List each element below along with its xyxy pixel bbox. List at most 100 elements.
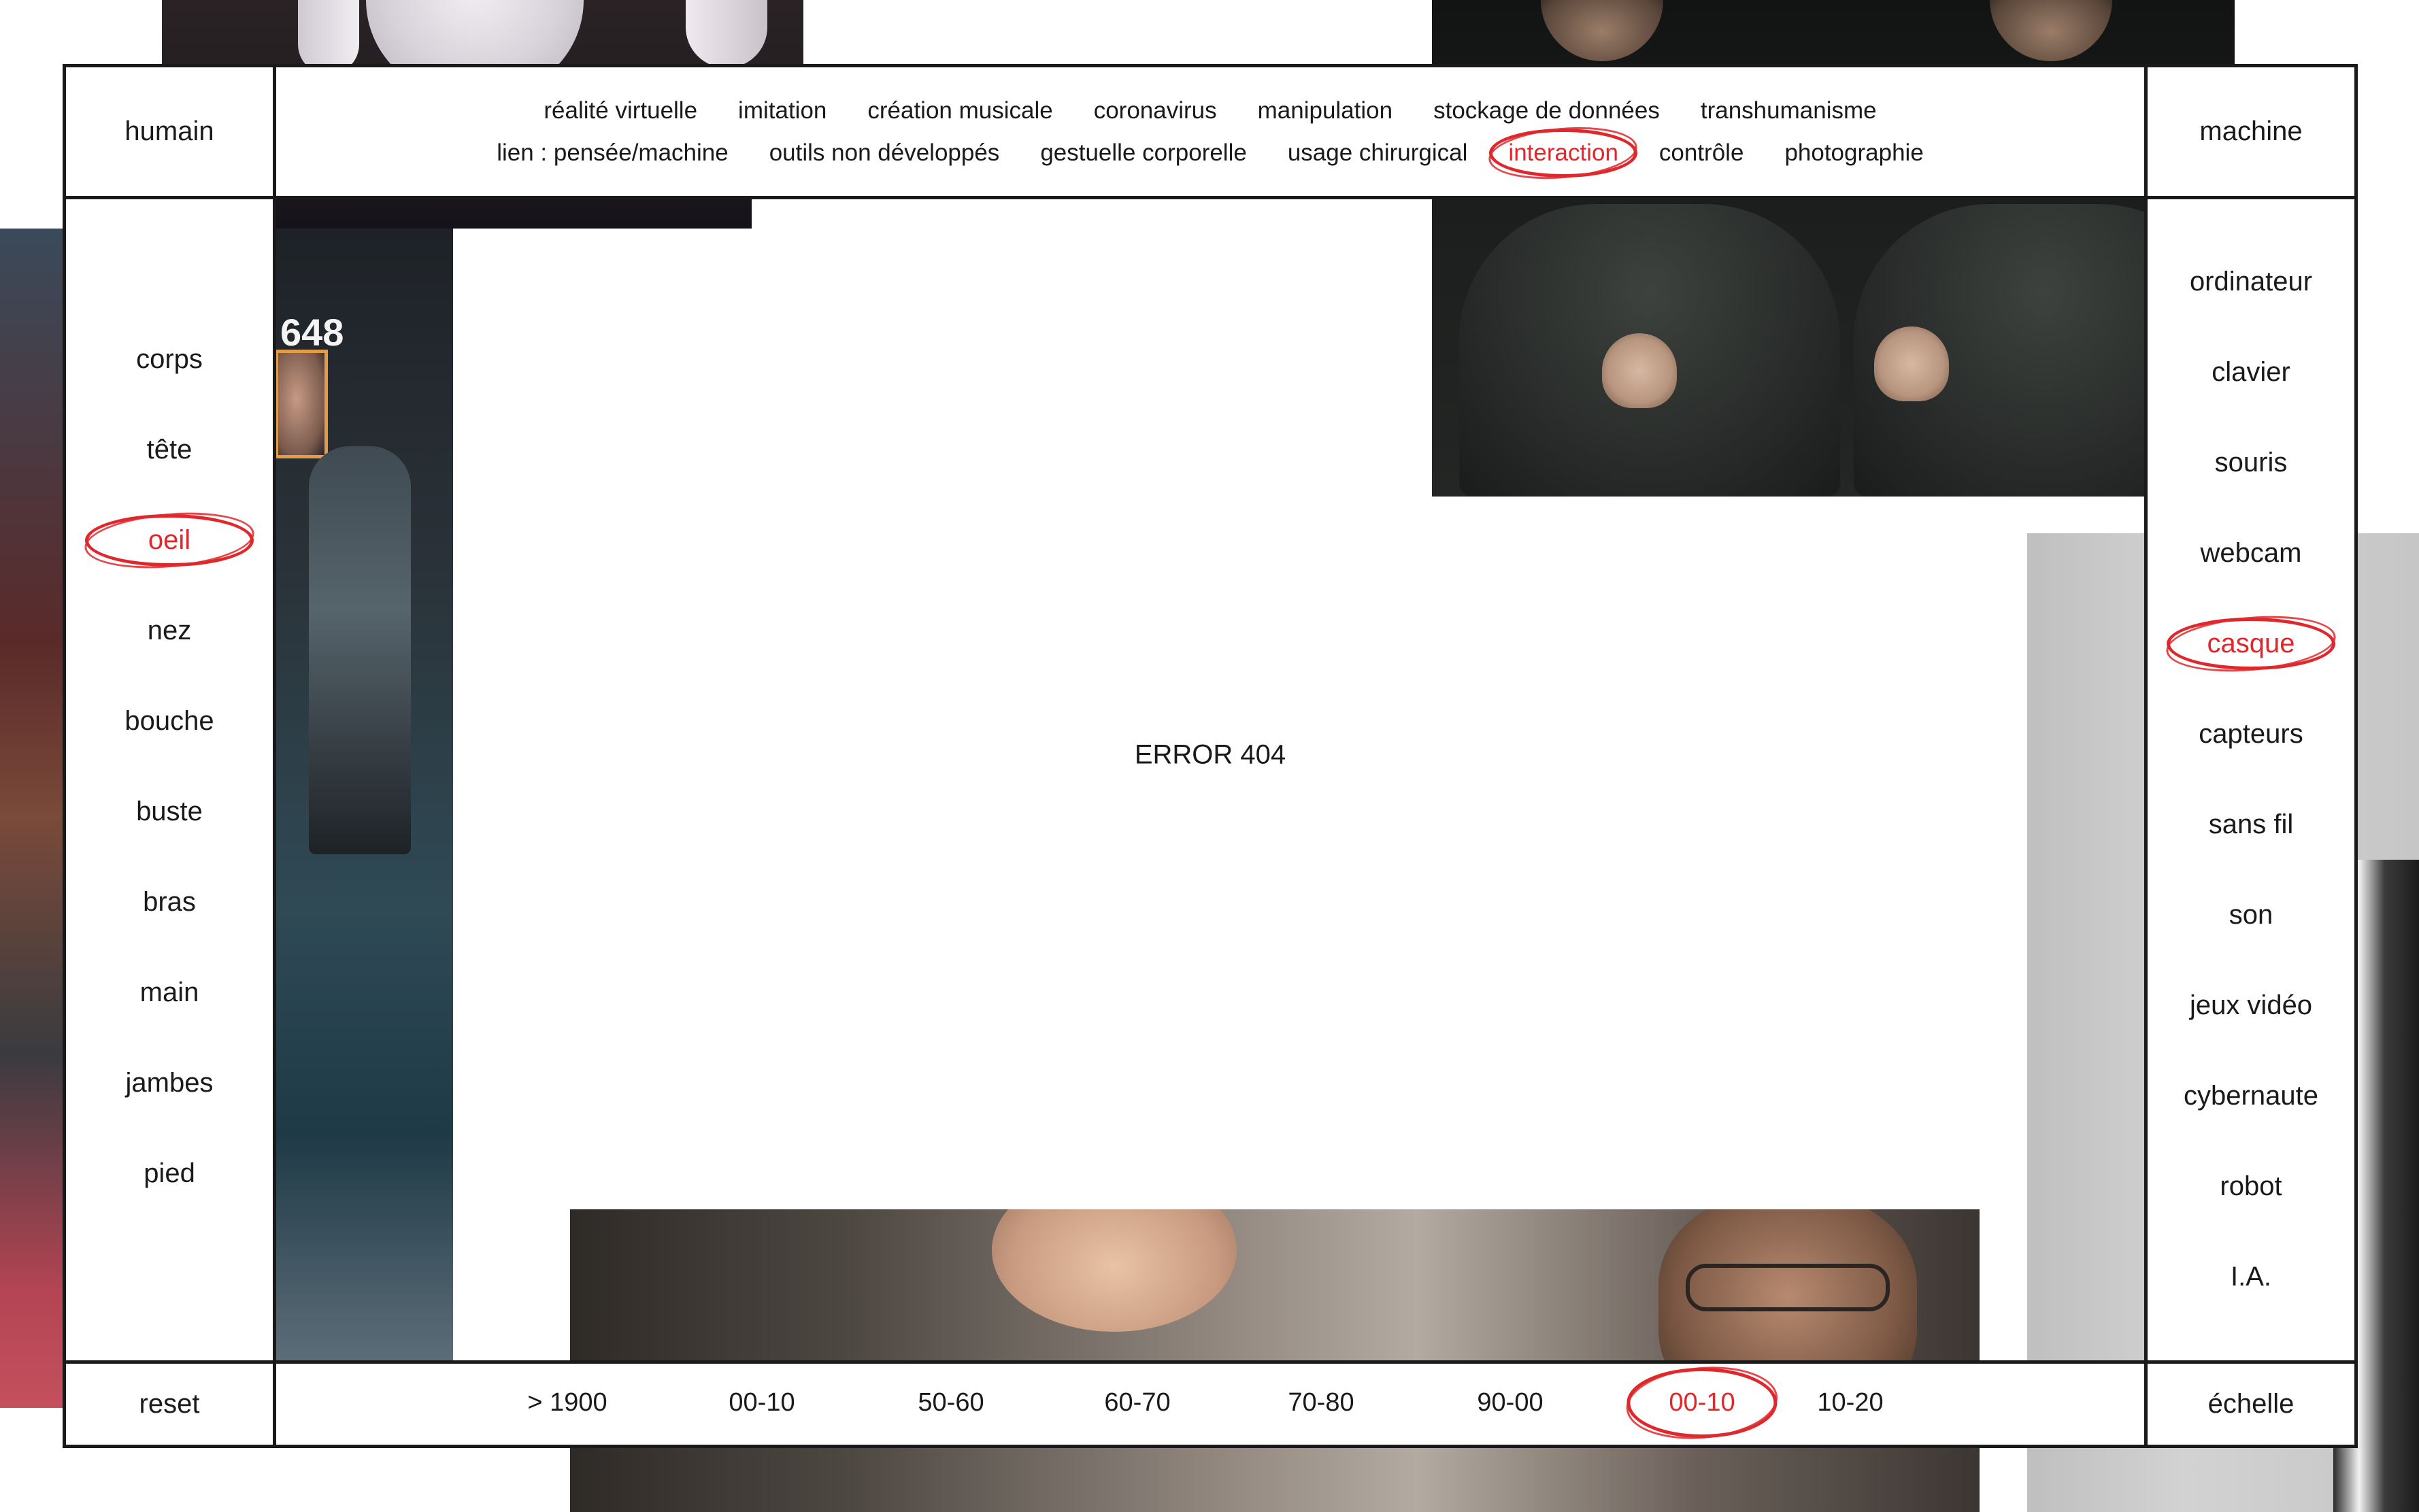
period-item-label: 50-60 xyxy=(918,1388,984,1417)
human-part-item-label: jambes xyxy=(125,1068,214,1098)
topic-tag[interactable]: réalité virtuelle xyxy=(544,97,697,124)
topic-tag[interactable]: lien : pensée/machine xyxy=(497,139,729,167)
period-item[interactable]: 90-00 xyxy=(1477,1388,1543,1417)
machine-part-item[interactable]: webcam xyxy=(2201,508,2302,599)
machine-part-item[interactable]: ordinateur xyxy=(2190,237,2312,327)
machine-part-item[interactable]: son xyxy=(2229,870,2273,960)
machine-part-item[interactable]: I.A. xyxy=(2231,1232,2271,1322)
topic-tag-label: coronavirus xyxy=(1093,97,1217,124)
machine-part-item-label: jeux vidéo xyxy=(2189,990,2313,1020)
topic-tag[interactable]: manipulation xyxy=(1258,97,1392,124)
main-panel xyxy=(2027,497,2147,533)
echelle-button[interactable]: échelle xyxy=(2148,1364,2354,1445)
topic-row: lien : pensée/machine outils non développ… xyxy=(497,128,1924,178)
human-part-item[interactable]: bras xyxy=(143,857,196,947)
machine-part-item[interactable]: sans fil xyxy=(2209,779,2294,870)
human-part-item[interactable]: main xyxy=(140,947,199,1038)
topic-tag[interactable]: coronavirus xyxy=(1094,97,1217,124)
topic-tag[interactable]: interaction xyxy=(1489,128,1637,178)
human-part-item[interactable]: nez xyxy=(148,586,192,676)
human-part-item[interactable]: jambes xyxy=(126,1038,214,1128)
machine-parts-list: ordinateur clavier souris webcam casque capte… xyxy=(2148,237,2354,1345)
human-part-item-label: bouche xyxy=(124,706,214,736)
machine-part-item[interactable]: cybernaute xyxy=(2184,1051,2318,1141)
machine-part-item[interactable]: capteurs xyxy=(2199,689,2303,779)
echelle-label: échelle xyxy=(2207,1389,2295,1419)
period-item-label: 00-10 xyxy=(729,1388,795,1417)
main-panel xyxy=(1980,1209,2027,1364)
machine-heading: machine xyxy=(2148,67,2354,196)
human-part-item-label: pied xyxy=(144,1158,195,1188)
main-panel xyxy=(752,197,1432,1209)
period-item[interactable]: 00-10 xyxy=(729,1388,795,1417)
machine-part-item[interactable]: casque xyxy=(2148,599,2354,689)
period-item[interactable]: 10-20 xyxy=(1817,1388,1883,1417)
human-part-item[interactable]: tête xyxy=(147,405,193,495)
period-item-label: 10-20 xyxy=(1817,1388,1884,1417)
human-part-item[interactable]: oeil xyxy=(66,495,273,586)
machine-part-item-label: cybernaute xyxy=(2184,1081,2318,1111)
machine-part-item-label: I.A. xyxy=(2230,1262,2272,1292)
human-part-item[interactable]: pied xyxy=(144,1128,195,1219)
human-part-item-label: nez xyxy=(147,616,192,645)
topic-tag[interactable]: création musicale xyxy=(867,97,1052,124)
human-part-item-label: oeil xyxy=(148,525,191,555)
human-part-item-label: bras xyxy=(143,887,196,917)
topic-row: réalité virtuelle imitation création music… xyxy=(544,97,1876,124)
machine-part-item-label: ordinateur xyxy=(2189,267,2313,297)
reset-button[interactable]: reset xyxy=(66,1364,273,1445)
topic-tag-label: stockage de données xyxy=(1433,97,1660,124)
main-panel xyxy=(453,229,752,1209)
machine-part-item[interactable]: jeux vidéo xyxy=(2190,960,2312,1051)
humain-heading: humain xyxy=(66,67,273,196)
topic-tag-label: réalité virtuelle xyxy=(544,97,698,124)
topic-tag-label: transhumanisme xyxy=(1700,97,1877,124)
human-part-item-label: buste xyxy=(136,796,203,826)
topic-tag-label: manipulation xyxy=(1257,97,1393,124)
human-part-item[interactable]: corps xyxy=(136,314,203,405)
human-part-item[interactable]: buste xyxy=(136,767,203,857)
topic-tag-label: interaction xyxy=(1508,139,1618,166)
period-item[interactable]: 70-80 xyxy=(1288,1388,1354,1417)
human-parts-list: corps tête oeil nez bouche buste bras main jambe… xyxy=(66,314,273,1266)
machine-part-item[interactable]: robot xyxy=(2220,1141,2282,1232)
human-part-item[interactable]: bouche xyxy=(124,676,214,767)
machine-part-item-label: son xyxy=(2229,900,2273,930)
grid-line xyxy=(63,196,2358,199)
period-timeline: > 1900 00-10 50-60 60-70 70-80 90-00 00-10 10-2… xyxy=(276,1364,2144,1445)
humain-label: humain xyxy=(124,116,214,146)
topic-tag[interactable]: photographie xyxy=(1784,139,1923,167)
topic-tag-label: usage chirurgical xyxy=(1287,139,1468,166)
person-head xyxy=(1990,0,2112,61)
topic-tag-label: outils non développés xyxy=(769,139,1000,166)
period-item[interactable]: 50-60 xyxy=(918,1388,984,1417)
machine-part-item[interactable]: clavier xyxy=(2212,327,2290,418)
person-head xyxy=(1541,0,1663,61)
human-part-item-label: corps xyxy=(136,344,203,374)
machine-part-item-label: robot xyxy=(2220,1171,2282,1201)
period-item-label: 00-10 xyxy=(1669,1388,1735,1417)
machine-part-item[interactable]: souris xyxy=(2215,418,2288,508)
topic-tag-label: création musicale xyxy=(867,97,1053,124)
topic-tag-label: photographie xyxy=(1784,139,1924,166)
topic-tag[interactable]: usage chirurgical xyxy=(1288,139,1468,167)
topic-tag-label: gestuelle corporelle xyxy=(1040,139,1247,166)
period-item[interactable]: 00-10 xyxy=(1626,1368,1778,1438)
grid-line xyxy=(273,64,276,1448)
topic-tag[interactable]: stockage de données xyxy=(1433,97,1660,124)
topic-tag[interactable]: transhumanisme xyxy=(1701,97,1877,124)
machine-part-item-label: capteurs xyxy=(2199,719,2303,749)
error-message: ERROR 404 xyxy=(1134,739,1286,770)
background-photo-crowd xyxy=(0,229,64,1408)
period-item-label: > 1900 xyxy=(527,1388,607,1417)
mannequin-arm xyxy=(686,0,767,68)
period-item[interactable]: > 1900 xyxy=(527,1388,607,1417)
period-item-label: 90-00 xyxy=(1477,1388,1544,1417)
topic-tag[interactable]: gestuelle corporelle xyxy=(1040,139,1247,167)
machine-part-item-label: clavier xyxy=(2212,357,2290,387)
period-item[interactable]: 60-70 xyxy=(1104,1388,1170,1417)
topic-tag[interactable]: imitation xyxy=(738,97,827,124)
topic-tag[interactable]: contrôle xyxy=(1659,139,1744,167)
topic-tag[interactable]: outils non développés xyxy=(769,139,1000,167)
reset-label: reset xyxy=(139,1389,200,1419)
